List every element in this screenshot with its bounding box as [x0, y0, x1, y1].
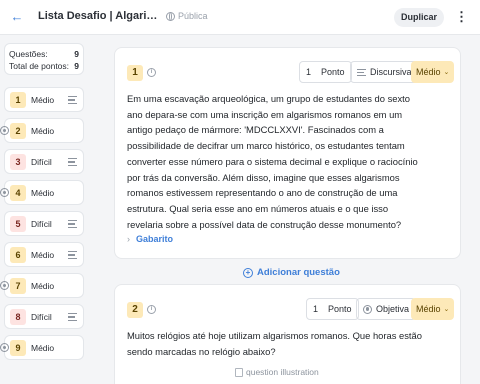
question-type-label: Objetiva	[376, 304, 410, 314]
difficulty-dropdown[interactable]: Médio ⌄	[411, 298, 455, 320]
question-number-badge: 6	[10, 247, 26, 263]
objective-type-icon	[0, 281, 9, 290]
discursive-type-icon	[68, 219, 78, 229]
difficulty-label: Médio	[31, 188, 55, 198]
sidebar-question-9[interactable]: 9 Médio	[0, 335, 84, 360]
answer-key-toggle[interactable]: › Gabarito	[127, 234, 173, 244]
question-number-badge: 8	[10, 309, 26, 325]
sidebar-question-8[interactable]: 8 Difícil	[4, 304, 84, 329]
question-type-selector[interactable]: Objetiva	[356, 298, 417, 320]
objective-type-icon	[0, 188, 9, 197]
chevron-right-icon: ›	[127, 234, 130, 244]
points-label: Total de pontos:	[9, 61, 70, 71]
sidebar-question-6[interactable]: 6 Médio	[4, 242, 84, 267]
answer-key-label: Gabarito	[136, 234, 174, 244]
list-summary: Questões: 9 Total de pontos: 9	[4, 43, 84, 75]
discursive-type-icon	[357, 68, 366, 77]
question-number-badge: 9	[10, 340, 26, 356]
difficulty-label: Médio	[31, 281, 55, 291]
points-field[interactable]: 1 Ponto	[306, 298, 359, 320]
question-number-badge: 4	[10, 185, 26, 201]
discursive-type-icon	[68, 250, 78, 260]
info-icon[interactable]: i	[147, 305, 156, 314]
points-unit: Ponto	[328, 304, 352, 314]
difficulty-label: Médio	[31, 250, 55, 260]
points-value: 1	[313, 304, 319, 314]
points-unit: Ponto	[321, 67, 345, 77]
objective-type-icon	[0, 343, 9, 352]
image-alt-text: question illustration	[246, 367, 319, 377]
difficulty-label: Médio	[31, 126, 55, 136]
question-type-selector[interactable]: Discursiva	[350, 61, 419, 83]
question-number-badge: 2	[127, 302, 143, 318]
question-number-badge: 1	[127, 65, 143, 81]
question-number-badge: 5	[10, 216, 26, 232]
points-field[interactable]: 1 Ponto	[299, 61, 352, 83]
sidebar-question-7[interactable]: 7 Médio	[0, 273, 84, 298]
question-number-badge: 3	[10, 154, 26, 170]
difficulty-dropdown[interactable]: Médio ⌄	[411, 61, 455, 83]
back-arrow-icon[interactable]: ←	[9, 9, 25, 25]
difficulty-label: Médio	[416, 67, 441, 77]
visibility-indicator: Pública	[166, 11, 208, 21]
question-text: Em uma escavação arqueológica, um grupo …	[127, 93, 418, 230]
plus-circle-icon: +	[243, 267, 253, 278]
discursive-type-icon	[68, 157, 78, 167]
question-text: Muitos relógios até hoje utilizam algari…	[127, 330, 422, 357]
more-options-icon[interactable]: ⋮	[455, 9, 468, 25]
sidebar-question-5[interactable]: 5 Difícil	[4, 211, 84, 236]
question-card-1: 1 i 1 Ponto Discursiva Médio ⌄ Em uma es…	[114, 47, 461, 259]
difficulty-label: Difícil	[31, 157, 52, 167]
sidebar-question-3[interactable]: 3 Difícil	[4, 149, 84, 174]
add-question-button[interactable]: + Adicionar questão	[243, 267, 340, 278]
visibility-label: Pública	[178, 11, 208, 21]
objective-type-icon	[363, 304, 372, 314]
question-number-badge: 1	[10, 92, 26, 108]
page-title: Lista Desafio | Algarismos Romanos	[38, 10, 158, 22]
sidebar-question-1[interactable]: 1 Médio	[4, 87, 84, 112]
add-question-label: Adicionar questão	[257, 267, 340, 278]
difficulty-label: Médio	[31, 343, 55, 353]
sidebar-question-2[interactable]: 2 Médio	[0, 118, 84, 143]
difficulty-label: Difícil	[31, 312, 52, 322]
discursive-type-icon	[68, 312, 78, 322]
points-count: 9	[74, 61, 79, 71]
difficulty-label: Difícil	[31, 219, 52, 229]
info-icon[interactable]: i	[147, 68, 156, 77]
questions-label: Questões:	[9, 49, 48, 59]
top-bar: ← Lista Desafio | Algarismos Romanos Púb…	[0, 0, 480, 35]
difficulty-label: Médio	[416, 304, 441, 314]
question-number-badge: 2	[10, 123, 26, 139]
objective-type-icon	[0, 126, 9, 135]
question-image: question illustration	[235, 367, 319, 377]
discursive-type-icon	[68, 95, 78, 105]
chevron-down-icon: ⌄	[443, 306, 450, 313]
question-card-2: 2 i 1 Ponto Objetiva Médio ⌄ Muitos reló…	[114, 284, 461, 384]
broken-image-icon	[235, 367, 243, 377]
sidebar-question-4[interactable]: 4 Médio	[0, 180, 84, 205]
question-number-badge: 7	[10, 278, 26, 294]
questions-count: 9	[74, 49, 79, 59]
globe-icon	[166, 11, 175, 21]
duplicate-button[interactable]: Duplicar	[394, 8, 444, 27]
chevron-down-icon: ⌄	[443, 69, 450, 76]
question-type-label: Discursiva	[370, 67, 412, 77]
difficulty-label: Médio	[31, 95, 55, 105]
points-value: 1	[306, 67, 312, 77]
